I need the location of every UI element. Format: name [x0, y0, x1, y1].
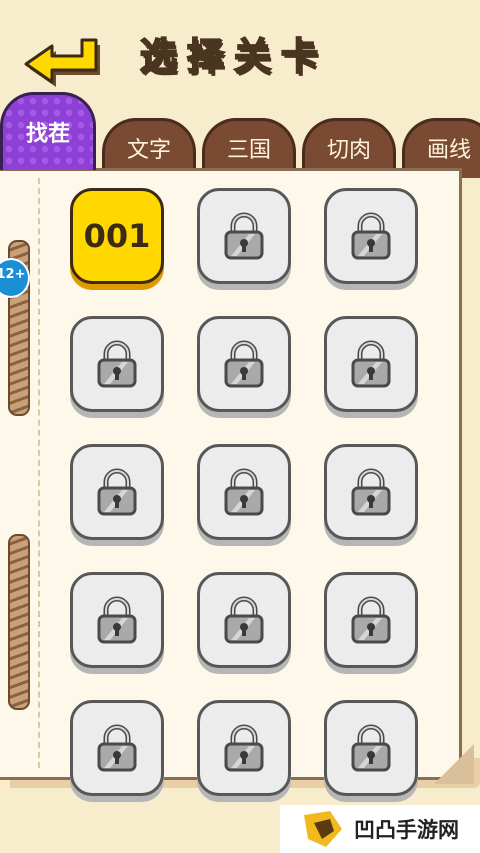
lock-icon: [97, 468, 137, 516]
locked-level-button[interactable]: [197, 188, 291, 284]
lock-icon: [97, 340, 137, 388]
locked-level-button[interactable]: [324, 572, 418, 668]
back-button[interactable]: [22, 34, 106, 90]
locked-level-button[interactable]: [197, 444, 291, 540]
lock-icon: [224, 212, 264, 260]
lock-icon: [351, 340, 391, 388]
page-title: 选择关卡: [139, 34, 328, 79]
lock-icon: [224, 340, 264, 388]
locked-level-button[interactable]: [70, 572, 164, 668]
locked-level-button[interactable]: [324, 700, 418, 796]
lock-icon: [224, 468, 264, 516]
lock-icon: [97, 596, 137, 644]
locked-level-button[interactable]: [324, 316, 418, 412]
lock-icon: [351, 596, 391, 644]
locked-level-button[interactable]: [197, 316, 291, 412]
locked-level-button[interactable]: [197, 572, 291, 668]
binding-rope-bottom: [8, 534, 30, 710]
lock-icon: [351, 468, 391, 516]
tab-find-difference[interactable]: 找茬: [0, 92, 96, 170]
locked-level-button[interactable]: [70, 444, 164, 540]
locked-level-button[interactable]: [324, 188, 418, 284]
lock-icon: [97, 724, 137, 772]
level-001-button[interactable]: 001: [70, 188, 164, 284]
locked-level-button[interactable]: [70, 316, 164, 412]
page-margin-line: [38, 178, 40, 768]
lock-icon: [224, 724, 264, 772]
locked-level-button[interactable]: [70, 700, 164, 796]
lock-icon: [351, 724, 391, 772]
back-arrow-icon: [24, 38, 100, 87]
locked-level-button[interactable]: [324, 444, 418, 540]
watermark-logo-icon: [304, 811, 342, 847]
level-number: 001: [83, 217, 151, 255]
watermark: 凹凸手游网: [280, 805, 480, 853]
lock-icon: [224, 596, 264, 644]
watermark-text: 凹凸手游网: [354, 818, 459, 842]
lock-icon: [351, 212, 391, 260]
locked-level-button[interactable]: [197, 700, 291, 796]
